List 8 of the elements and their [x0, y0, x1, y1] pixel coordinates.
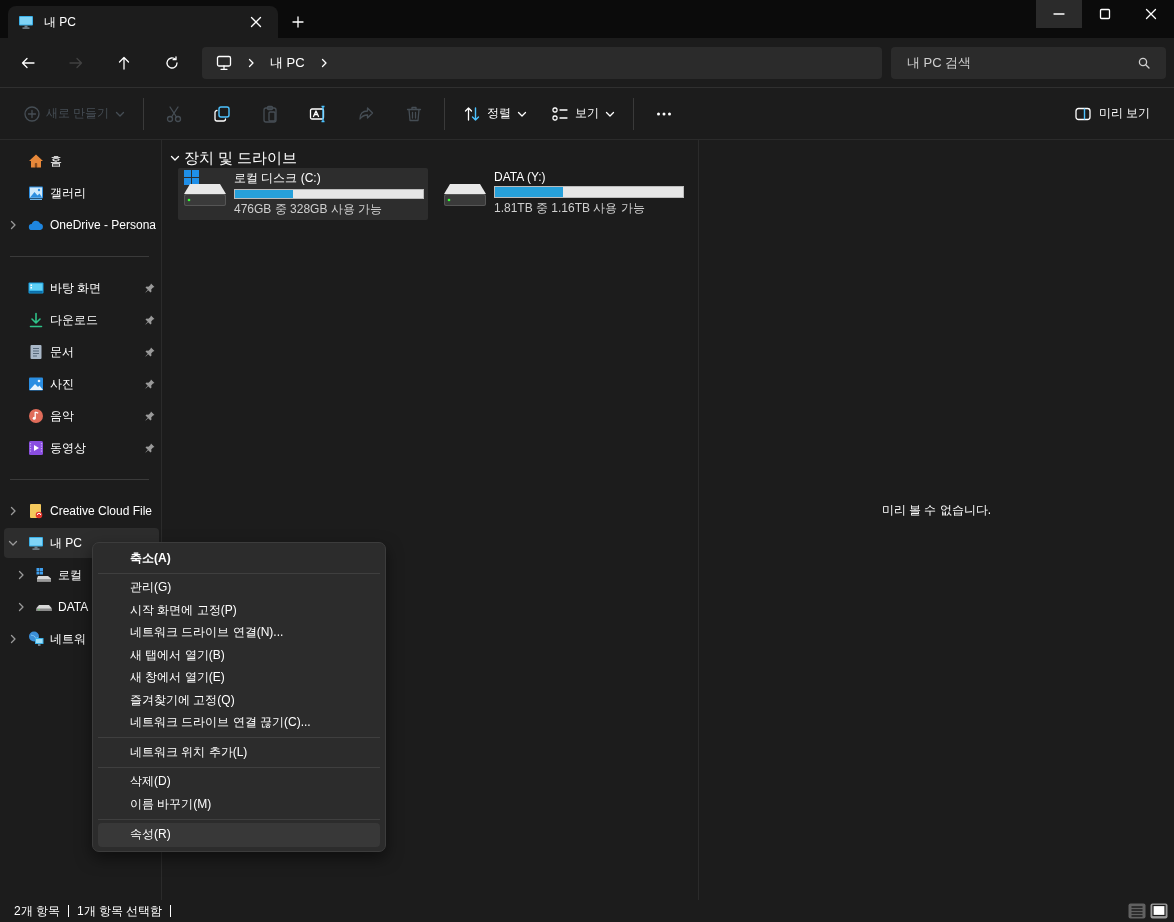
tab-title: 내 PC	[44, 13, 77, 31]
preview-message: 미리 볼 수 없습니다.	[881, 501, 992, 519]
status-text: 2개 항목	[14, 902, 60, 920]
free-space-text: 476GB 중 328GB 사용 가능	[234, 201, 384, 218]
drive-name: 로컬 디스크 (C:)	[234, 170, 322, 187]
free-space-text: 1.81TB 중 1.16TB 사용 가능	[494, 200, 646, 217]
status-text: 1개 항목 선택함	[77, 902, 163, 920]
drive-name: DATA (Y:)	[494, 170, 547, 184]
